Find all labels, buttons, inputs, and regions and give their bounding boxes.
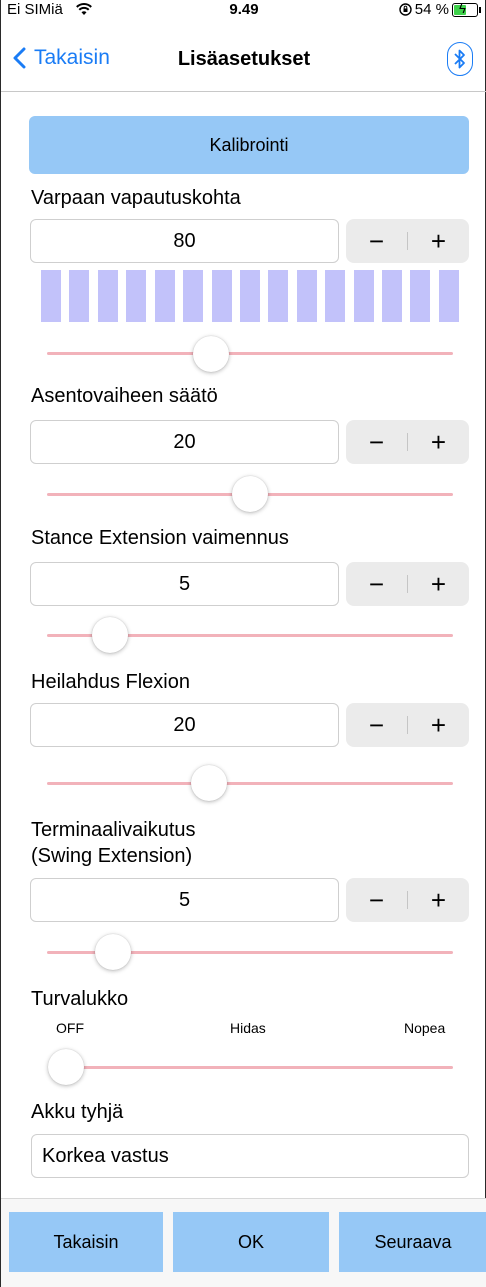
terminal-impact-sublabel: (Swing Extension) (31, 845, 193, 867)
battery-icon: ϟ (452, 1, 478, 17)
next-button[interactable]: Seuraava (339, 1212, 486, 1272)
indicator-bar (353, 270, 374, 322)
indicator-bar (268, 270, 289, 322)
swing-flexion-label: Heilahdus Flexion (31, 671, 190, 693)
stance-extension-label: Stance Extension vaimennus (31, 527, 289, 549)
battery-status: 54 % ϟ (399, 1, 481, 18)
swing-flexion-stepper: − + (346, 703, 469, 747)
safety-lock-option-off: OFF (56, 1020, 84, 1036)
stance-extension-increment-button[interactable]: + (408, 562, 469, 606)
navigation-bar: Takaisin Lisäasetukset (1, 22, 486, 92)
orientation-lock-icon (399, 3, 412, 16)
settings-screen: Ei SIMiä 9.49 54 % ϟ Takaisin Lisäasetuk… (0, 0, 486, 1287)
toe-release-slider-thumb[interactable] (193, 336, 229, 372)
toe-release-stepper: − + (346, 219, 469, 263)
toe-release-decrement-button[interactable]: − (346, 219, 407, 263)
toe-release-label: Varpaan vapautuskohta (31, 187, 241, 209)
indicator-bar (97, 270, 118, 322)
toe-release-increment-button[interactable]: + (408, 219, 469, 263)
stance-phase-increment-button[interactable]: + (408, 420, 469, 464)
safety-lock-option-fast: Nopea (404, 1020, 446, 1036)
safety-lock-label: Turvalukko (31, 988, 129, 1010)
indicator-bar (211, 270, 232, 322)
swing-flexion-slider-thumb[interactable] (191, 765, 227, 801)
stance-phase-stepper: − + (346, 420, 469, 464)
terminal-impact-value-field[interactable]: 5 (30, 878, 339, 922)
terminal-impact-slider-thumb[interactable] (95, 934, 131, 970)
low-battery-label: Akku tyhjä (31, 1101, 124, 1123)
battery-percent: 54 % (414, 1, 449, 18)
toe-release-bar-indicator (41, 270, 459, 322)
indicator-bar (410, 270, 431, 322)
indicator-bar (41, 270, 61, 322)
stance-extension-value-field[interactable]: 5 (30, 562, 339, 606)
indicator-bar (438, 270, 459, 322)
terminal-impact-decrement-button[interactable]: − (346, 878, 407, 922)
page-title: Lisäasetukset (177, 48, 311, 70)
indicator-bar (183, 270, 204, 322)
stance-extension-decrement-button[interactable]: − (346, 562, 407, 606)
indicator-bar (126, 270, 147, 322)
indicator-bar (69, 270, 90, 322)
swing-flexion-slider-track[interactable] (47, 782, 453, 785)
ok-button[interactable]: OK (173, 1212, 329, 1272)
swing-flexion-value-field[interactable]: 20 (30, 703, 339, 747)
indicator-bar (296, 270, 317, 322)
safety-lock-option-slow: Hidas (230, 1020, 266, 1036)
stance-phase-decrement-button[interactable]: − (346, 420, 407, 464)
indicator-bar (382, 270, 403, 322)
stance-phase-value-field[interactable]: 20 (30, 420, 339, 464)
indicator-bar (154, 270, 175, 322)
stance-phase-slider-thumb[interactable] (232, 476, 268, 512)
terminal-impact-stepper: − + (346, 878, 469, 922)
stance-phase-label: Asentovaihe­en säätö (31, 385, 218, 407)
safety-lock-slider-thumb[interactable] (48, 1049, 84, 1085)
toe-release-slider-track[interactable] (47, 352, 453, 355)
stance-extension-stepper: − + (346, 562, 469, 606)
terminal-impact-label: Terminaalivaikutus (31, 819, 196, 841)
footer-back-button[interactable]: Takaisin (9, 1212, 163, 1272)
terminal-impact-increment-button[interactable]: + (408, 878, 469, 922)
status-bar: Ei SIMiä 9.49 54 % ϟ (1, 0, 486, 22)
stance-extension-slider-thumb[interactable] (92, 617, 128, 653)
swing-flexion-decrement-button[interactable]: − (346, 703, 407, 747)
indicator-bar (239, 270, 260, 322)
toe-release-value-field[interactable]: 80 (30, 219, 339, 263)
safety-lock-slider-track[interactable] (51, 1066, 453, 1069)
indicator-bar (325, 270, 346, 322)
swing-flexion-increment-button[interactable]: + (408, 703, 469, 747)
calibration-button[interactable]: Kalibrointi (29, 116, 469, 174)
bluetooth-button[interactable] (447, 42, 473, 76)
low-battery-select[interactable]: Korkea vastus (31, 1134, 469, 1178)
bluetooth-icon (454, 49, 465, 69)
